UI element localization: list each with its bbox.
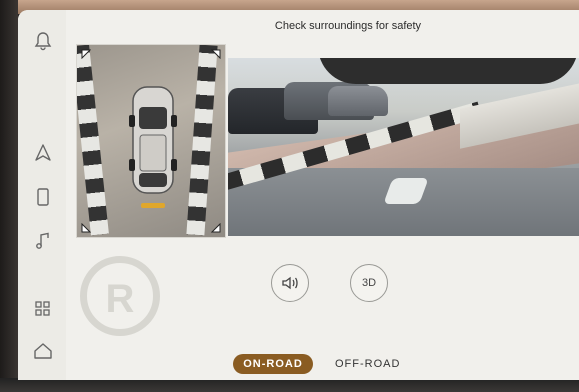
- home-icon[interactable]: [32, 340, 54, 362]
- sensor-sound-button[interactable]: [271, 264, 309, 302]
- rear-sensor-indicator: [141, 203, 165, 208]
- curb-stripe-right: [186, 45, 218, 236]
- sensor-marker: [211, 223, 221, 233]
- park-assist-badge: R: [80, 256, 160, 336]
- sidebar: [18, 10, 66, 380]
- park-assist-letter: R: [105, 277, 135, 321]
- drive-mode-toggle: ON-ROAD OFF-ROAD: [233, 354, 433, 376]
- apps-icon[interactable]: [32, 298, 54, 320]
- camera-view[interactable]: [228, 58, 579, 236]
- navigation-icon[interactable]: [32, 142, 54, 164]
- safety-caption: Check surroundings for safety: [274, 20, 422, 32]
- 3d-view-label: 3D: [361, 277, 377, 289]
- vehicle-top-icon: [129, 86, 177, 194]
- sensor-marker: [81, 49, 91, 59]
- parked-car: [328, 86, 388, 116]
- bezel-bottom: [0, 378, 579, 392]
- phone-icon[interactable]: [32, 186, 54, 208]
- sensor-marker: [211, 49, 221, 59]
- 3d-view-button[interactable]: 3D: [350, 264, 388, 302]
- bell-icon[interactable]: [32, 30, 54, 52]
- sensor-marker: [81, 223, 91, 233]
- speaker-icon: [282, 276, 298, 290]
- on-road-tab[interactable]: ON-ROAD: [233, 354, 313, 374]
- off-road-tab[interactable]: OFF-ROAD: [335, 354, 425, 374]
- music-icon[interactable]: [32, 230, 54, 252]
- bezel-left: [0, 0, 18, 392]
- birds-eye-view[interactable]: [76, 44, 226, 238]
- camera-screen: Check surroundings for safety R 3D ON-RO…: [18, 10, 579, 380]
- camera-housing: [318, 58, 578, 84]
- curb-stripe-left: [77, 45, 109, 236]
